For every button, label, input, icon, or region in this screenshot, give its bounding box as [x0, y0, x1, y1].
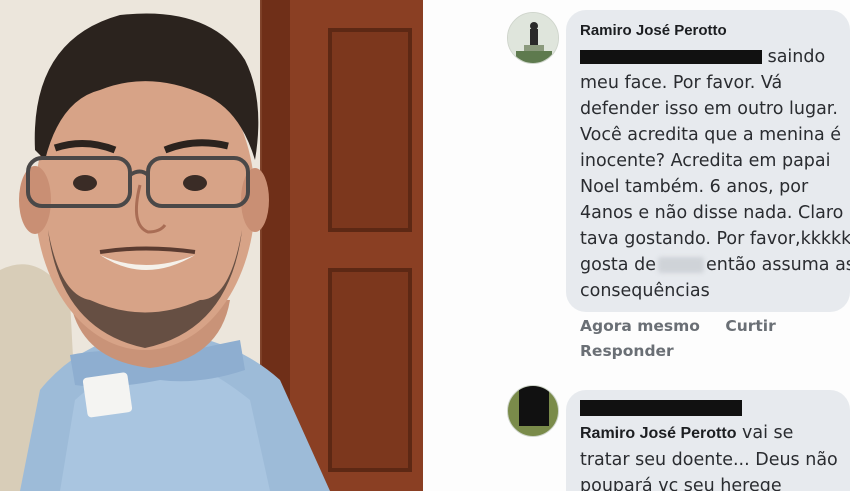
comment-thread: Ramiro José Perotto saindo meu face. Por…	[423, 0, 850, 491]
comment-time[interactable]: Agora mesmo	[580, 317, 700, 335]
mentioned-user[interactable]: Ramiro José Perotto	[580, 425, 736, 442]
profile-photo	[0, 0, 423, 491]
redacted-author	[580, 400, 742, 416]
reply-bubble: Ramiro José Perotto vai se tratar seu do…	[566, 390, 850, 491]
man-portrait-image	[0, 0, 423, 491]
comment-author[interactable]: Ramiro José Perotto	[580, 22, 727, 39]
comment-actions: Agora mesmo Curtir	[580, 317, 776, 335]
redacted-avatar	[519, 386, 549, 426]
like-button[interactable]: Curtir	[725, 317, 775, 335]
redacted-name	[580, 50, 762, 64]
comment-text: saindo meu face. Por favor. Vá defender …	[580, 47, 850, 301]
commenter-avatar[interactable]	[507, 12, 559, 64]
blurred-word	[657, 257, 704, 273]
statue-icon	[508, 13, 558, 63]
comment-bubble: Ramiro José Perotto saindo meu face. Por…	[566, 10, 850, 312]
reply-avatar[interactable]	[507, 385, 559, 437]
reply-button[interactable]: Responder	[580, 342, 674, 360]
reply-text: Ramiro José Perotto vai se tratar seu do…	[580, 423, 838, 491]
